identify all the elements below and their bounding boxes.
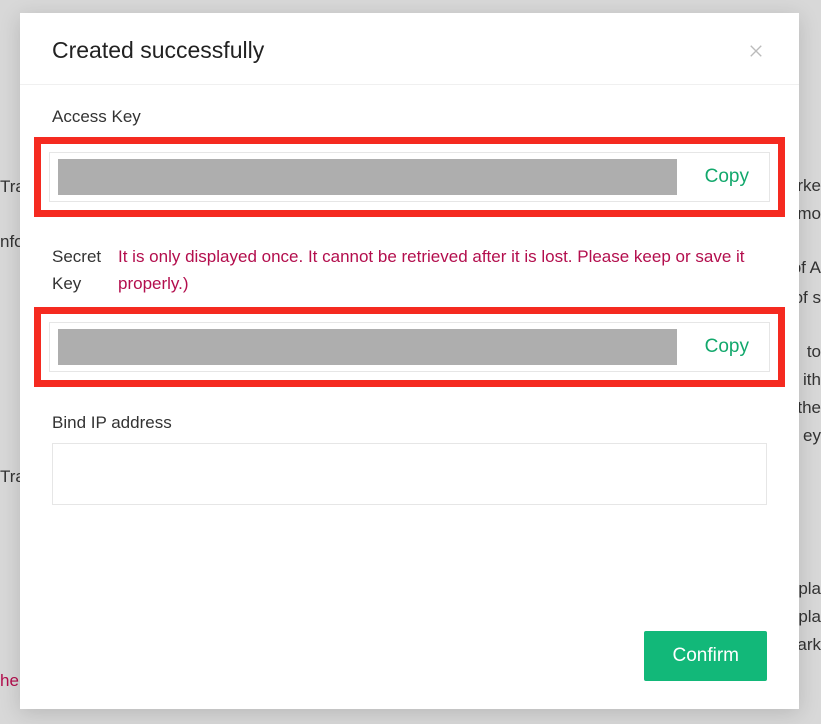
modal-title: Created successfully: [52, 37, 264, 64]
secret-key-display: [50, 323, 685, 371]
modal-body: Access Key Copy Secret Key It is only di…: [20, 85, 799, 631]
bg-text: he: [0, 667, 19, 694]
secret-key-highlight: Copy: [34, 307, 785, 387]
secret-key-warning: It is only displayed once. It cannot be …: [118, 243, 767, 297]
close-icon[interactable]: [745, 40, 767, 62]
access-key-label: Access Key: [52, 107, 767, 127]
bg-text: pla: [798, 575, 821, 602]
secret-key-copy-button[interactable]: Copy: [685, 323, 769, 371]
access-key-copy-button[interactable]: Copy: [685, 153, 769, 201]
bg-text: the: [797, 394, 821, 421]
bind-ip-input[interactable]: [52, 443, 767, 505]
modal-header: Created successfully: [20, 13, 799, 85]
secret-key-mask: [58, 329, 677, 365]
created-successfully-modal: Created successfully Access Key Copy Sec…: [20, 13, 799, 709]
confirm-button[interactable]: Confirm: [644, 631, 767, 681]
access-key-highlight: Copy: [34, 137, 785, 217]
bg-text: pla: [798, 603, 821, 630]
bg-text: to: [807, 338, 821, 365]
bg-text: mo: [797, 200, 821, 227]
access-key-display: [50, 153, 685, 201]
secret-key-label-row: Secret Key It is only displayed once. It…: [52, 243, 767, 297]
access-key-row: Copy: [49, 152, 770, 202]
access-key-mask: [58, 159, 677, 195]
bg-text: ark: [797, 631, 821, 658]
bind-ip-section: Bind IP address: [52, 413, 767, 510]
secret-key-label: Secret Key: [52, 243, 104, 297]
bg-text: rke: [797, 172, 821, 199]
bg-text: ey: [803, 422, 821, 449]
bg-text: ith: [803, 366, 821, 393]
modal-footer: Confirm: [20, 631, 799, 709]
bind-ip-label: Bind IP address: [52, 413, 767, 433]
secret-key-row: Copy: [49, 322, 770, 372]
